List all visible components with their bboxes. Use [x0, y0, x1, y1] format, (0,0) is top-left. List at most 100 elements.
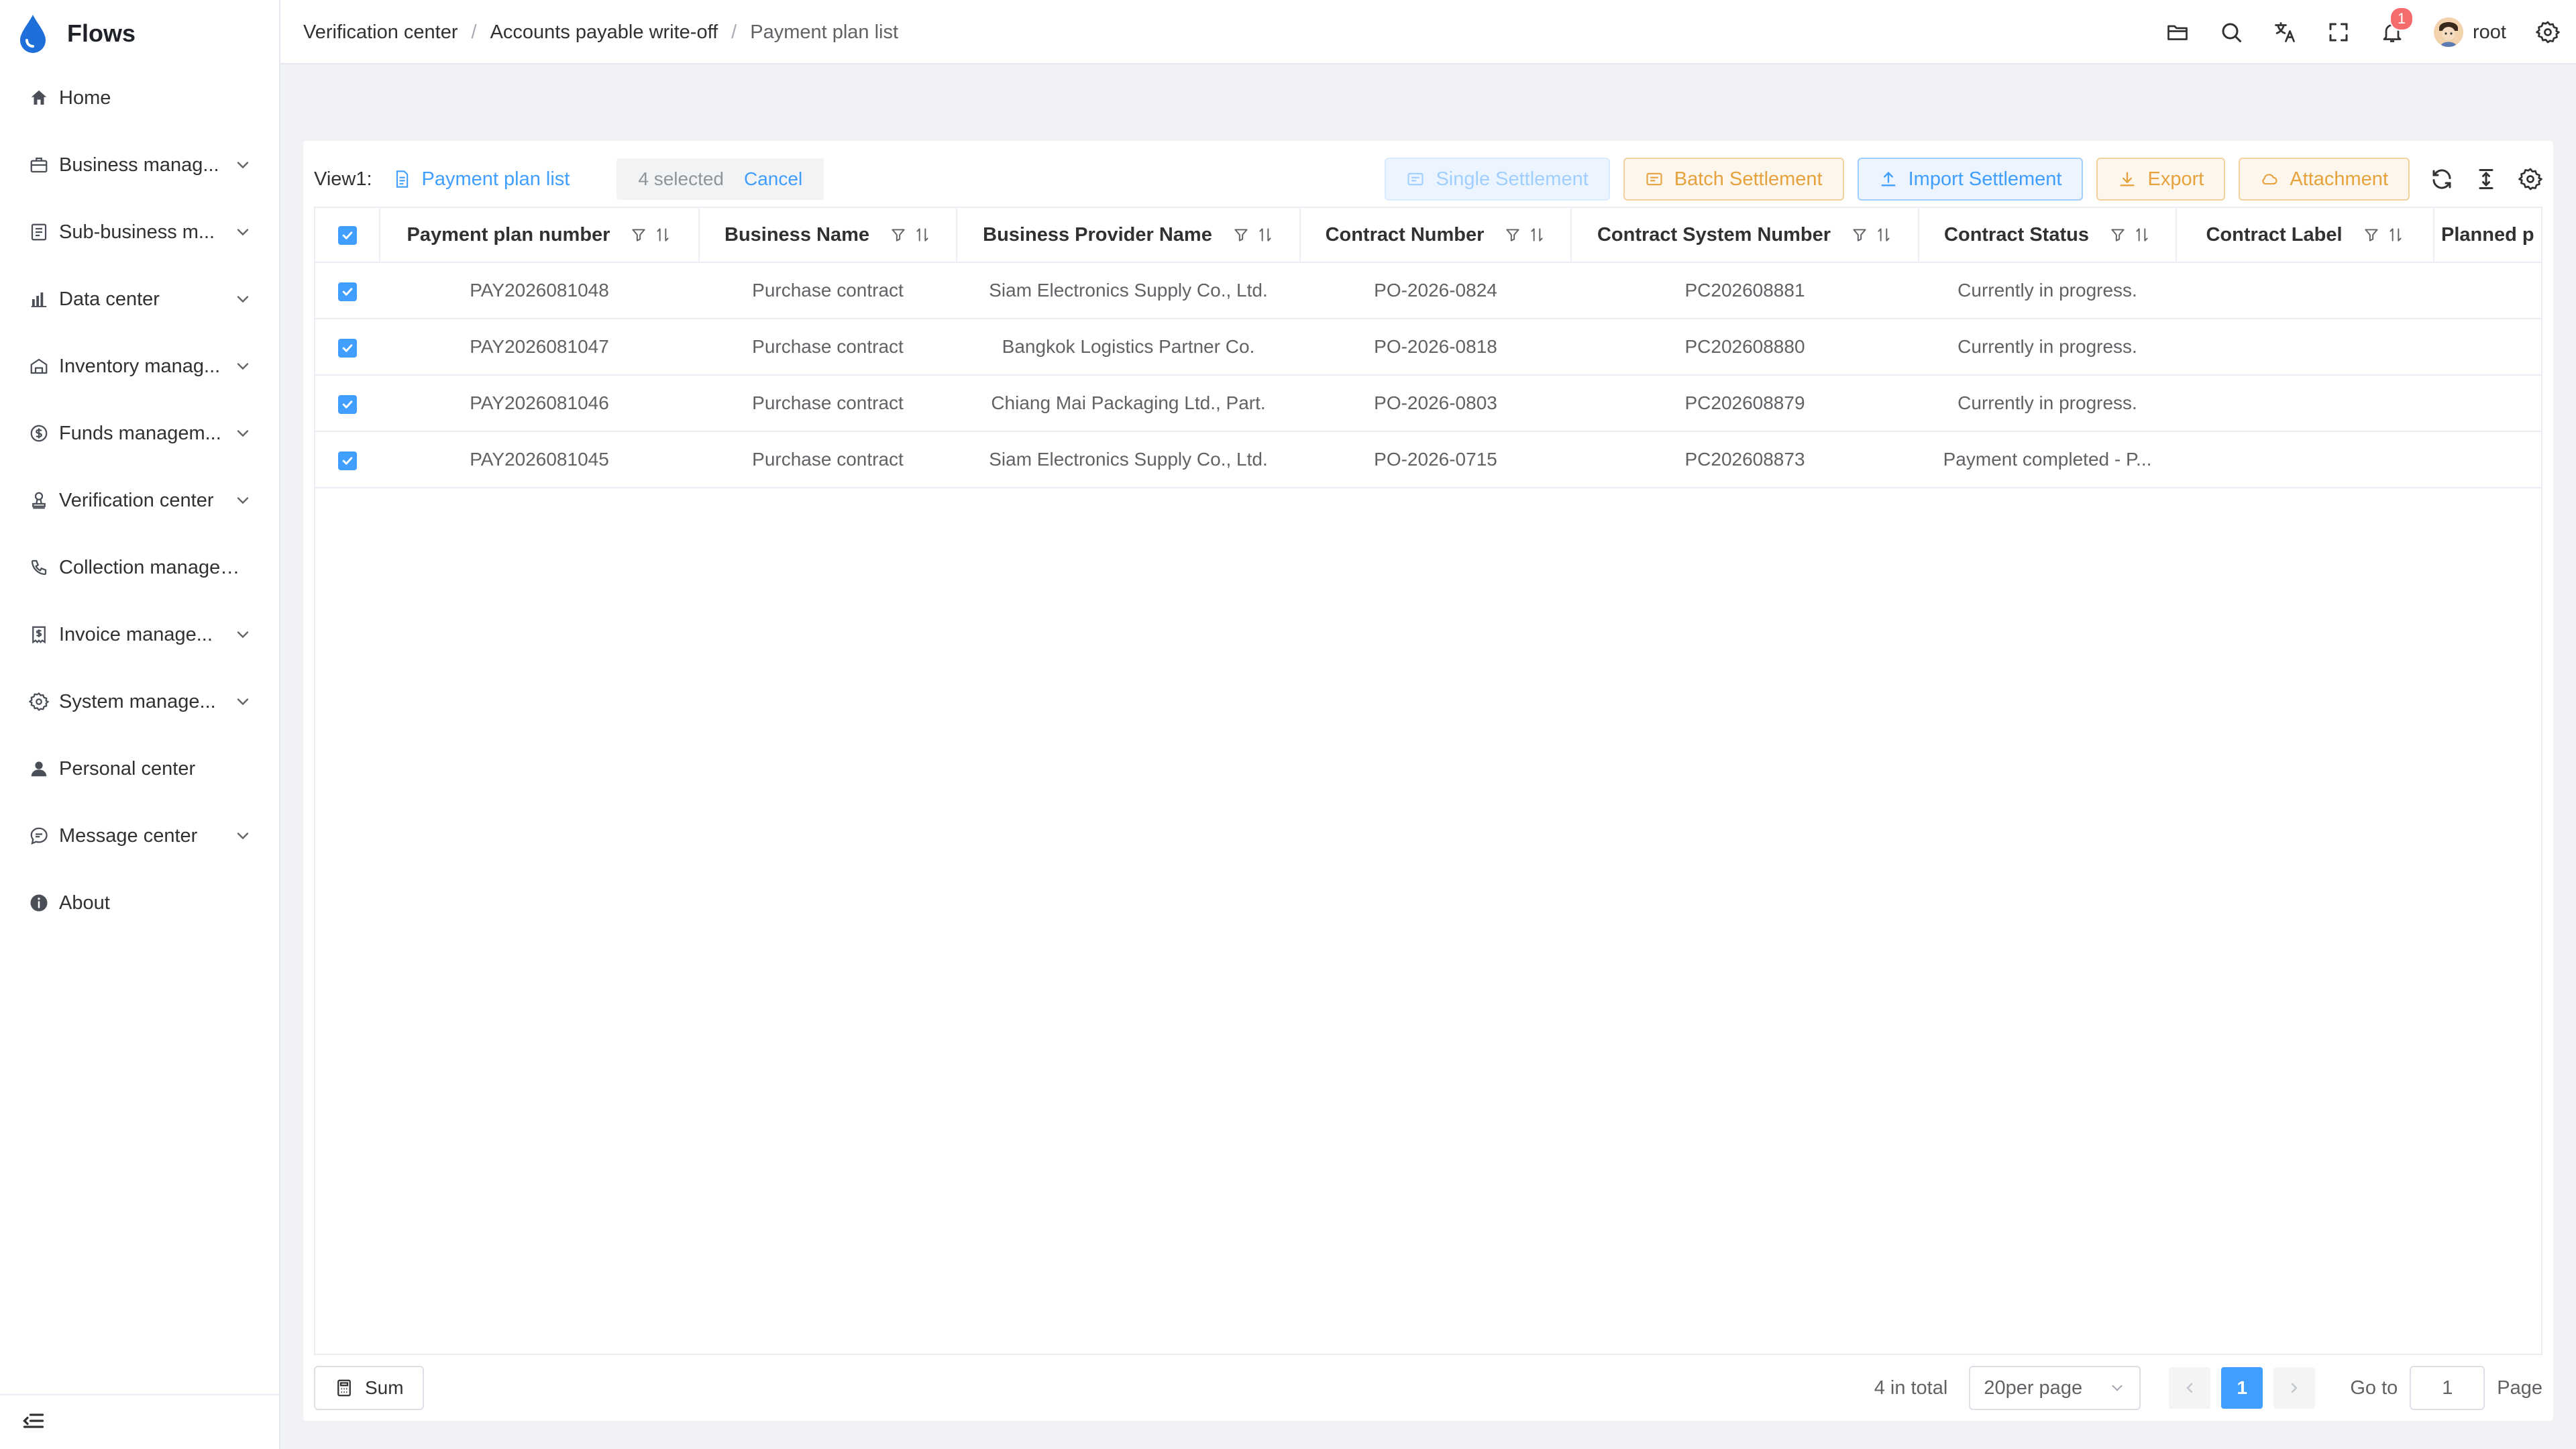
sort-icon[interactable]	[914, 226, 931, 244]
import-settlement-button[interactable]: Import Settlement	[1857, 158, 2084, 201]
page-number-button[interactable]: 1	[2221, 1367, 2263, 1409]
sort-icon[interactable]	[2133, 226, 2151, 244]
check-icon	[342, 231, 352, 239]
filter-icon[interactable]	[2363, 226, 2380, 244]
filter-icon[interactable]	[890, 226, 907, 244]
sort-icon[interactable]	[2387, 226, 2404, 244]
table-cell: Bangkok Logistics Partner Co.	[957, 319, 1300, 376]
column-header-label[interactable]: Planned p	[2441, 224, 2534, 246]
notification-button[interactable]: 1	[2380, 7, 2414, 44]
attachment-label: Attachment	[2290, 168, 2388, 190]
table-row[interactable]: PAY2026081046 Purchase contract Chiang Mai…	[315, 375, 2541, 432]
sidebar-nav: Home Business manag... Sub-business m... Da…	[0, 64, 279, 936]
table-row[interactable]: PAY2026081045 Purchase contract Siam Elect…	[315, 431, 2541, 488]
column-header-label[interactable]: Payment plan number	[407, 224, 610, 246]
next-page-button[interactable]	[2273, 1367, 2316, 1409]
selection-bar: 4 selected Cancel	[616, 158, 824, 200]
breadcrumb-item[interactable]: Verification center	[303, 21, 458, 44]
settings-gear-icon[interactable]	[2536, 20, 2560, 44]
attachment-button[interactable]: Attachment	[2239, 158, 2410, 201]
filter-icon[interactable]	[1504, 226, 1521, 244]
notification-badge: 1	[2390, 7, 2414, 31]
filter-icon[interactable]	[630, 226, 647, 244]
row-checkbox[interactable]	[338, 451, 357, 470]
sidebar-item-funds-managem[interactable]: Funds managem...	[0, 400, 279, 467]
sort-icon[interactable]	[654, 226, 672, 244]
table-cell: PC202608880	[1571, 319, 1919, 376]
breadcrumb-item[interactable]: Accounts payable write-off	[490, 21, 718, 44]
sidebar-item-invoice-manage[interactable]: Invoice manage...	[0, 601, 279, 668]
collapse-menu-icon[interactable]	[21, 1409, 46, 1433]
sidebar-item-label: Funds managem...	[59, 422, 221, 444]
table-cell	[2434, 375, 2541, 432]
sidebar-item-about[interactable]: About	[0, 869, 279, 936]
row-checkbox[interactable]	[338, 338, 357, 358]
export-button[interactable]: Export	[2096, 158, 2226, 201]
fullscreen-icon[interactable]	[2326, 20, 2351, 44]
single-settlement-button[interactable]: Single Settlement	[1385, 158, 1610, 201]
sidebar-item-system-manage[interactable]: System manage...	[0, 668, 279, 735]
app-logo[interactable]: Flows	[16, 13, 136, 54]
sort-icon[interactable]	[1875, 226, 1892, 244]
chat-icon	[28, 825, 50, 847]
sum-button[interactable]: Sum	[314, 1366, 424, 1410]
folder-icon[interactable]	[2165, 20, 2190, 44]
sidebar-item-verification-center[interactable]: Verification center	[0, 467, 279, 534]
column-header-label[interactable]: Contract Number	[1326, 224, 1485, 246]
column-header-label[interactable]: Contract Status	[1944, 224, 2089, 246]
select-all-checkbox[interactable]	[337, 225, 357, 245]
page-size-select[interactable]: 20per page	[1969, 1366, 2141, 1410]
row-checkbox[interactable]	[338, 394, 357, 414]
chevron-down-icon	[2112, 1385, 2123, 1391]
filter-icon[interactable]	[1232, 226, 1250, 244]
sort-icon[interactable]	[1528, 226, 1546, 244]
table-body: PAY2026081048 Purchase contract Siam Elect…	[315, 262, 2541, 488]
sidebar-item-label: About	[59, 892, 110, 914]
refresh-icon[interactable]	[2430, 167, 2454, 191]
table-row[interactable]: PAY2026081048 Purchase contract Siam Elect…	[315, 262, 2541, 319]
sidebar-item-data-center[interactable]: Data center	[0, 266, 279, 333]
sidebar-item-business-manag[interactable]: Business manag...	[0, 131, 279, 199]
sidebar-item-label: Home	[59, 87, 111, 109]
sidebar-item-message-center[interactable]: Message center	[0, 802, 279, 869]
filter-icon[interactable]	[2109, 226, 2127, 244]
column-header-label[interactable]: Business Name	[724, 224, 869, 246]
sidebar-item-sub-business-m[interactable]: Sub-business m...	[0, 199, 279, 266]
table-cell: PO-2026-0824	[1300, 262, 1571, 319]
table-row[interactable]: PAY2026081047 Purchase contract Bangkok Lo…	[315, 319, 2541, 376]
column-header-label[interactable]: Contract Label	[2206, 224, 2342, 246]
table-cell: PAY2026081046	[380, 375, 699, 432]
sort-icon[interactable]	[1256, 226, 1274, 244]
chevron-down-icon	[237, 363, 249, 370]
cancel-selection-link[interactable]: Cancel	[744, 168, 802, 190]
sidebar-item-label: Invoice manage...	[59, 623, 213, 645]
prev-page-button[interactable]	[2169, 1367, 2211, 1409]
table-settings-icon[interactable]	[2518, 167, 2542, 191]
view-tab[interactable]: Payment plan list	[392, 168, 570, 191]
sidebar-item-collection-managem[interactable]: Collection managem...	[0, 534, 279, 601]
row-select-cell	[315, 431, 380, 488]
check-icon	[342, 400, 353, 409]
column-header-label[interactable]: Contract System Number	[1597, 224, 1831, 246]
column-height-icon[interactable]	[2474, 167, 2498, 191]
import-settlement-label: Import Settlement	[1908, 168, 2062, 190]
sidebar-footer	[0, 1394, 279, 1449]
view-label: View1:	[314, 168, 372, 190]
row-checkbox[interactable]	[338, 282, 357, 301]
translate-icon[interactable]	[2273, 20, 2297, 44]
column-header: Contract Status	[1919, 208, 2177, 263]
check-icon	[342, 456, 353, 465]
search-icon[interactable]	[2219, 20, 2243, 44]
chevron-right-icon	[2292, 1383, 2298, 1393]
user-menu[interactable]: root	[2434, 17, 2506, 47]
goto-page-input[interactable]	[2410, 1366, 2485, 1410]
sidebar-item-personal-center[interactable]: Personal center	[0, 735, 279, 802]
column-header-label[interactable]: Business Provider Name	[983, 224, 1212, 246]
batch-settlement-button[interactable]: Batch Settlement	[1623, 158, 1844, 201]
sidebar-item-inventory-manag[interactable]: Inventory manag...	[0, 333, 279, 400]
sidebar-item-home[interactable]: Home	[0, 64, 279, 131]
sidebar-item-label: Collection managem...	[59, 556, 252, 578]
breadcrumb-current: Payment plan list	[750, 21, 899, 43]
row-select-cell	[315, 262, 380, 319]
filter-icon[interactable]	[1851, 226, 1868, 244]
